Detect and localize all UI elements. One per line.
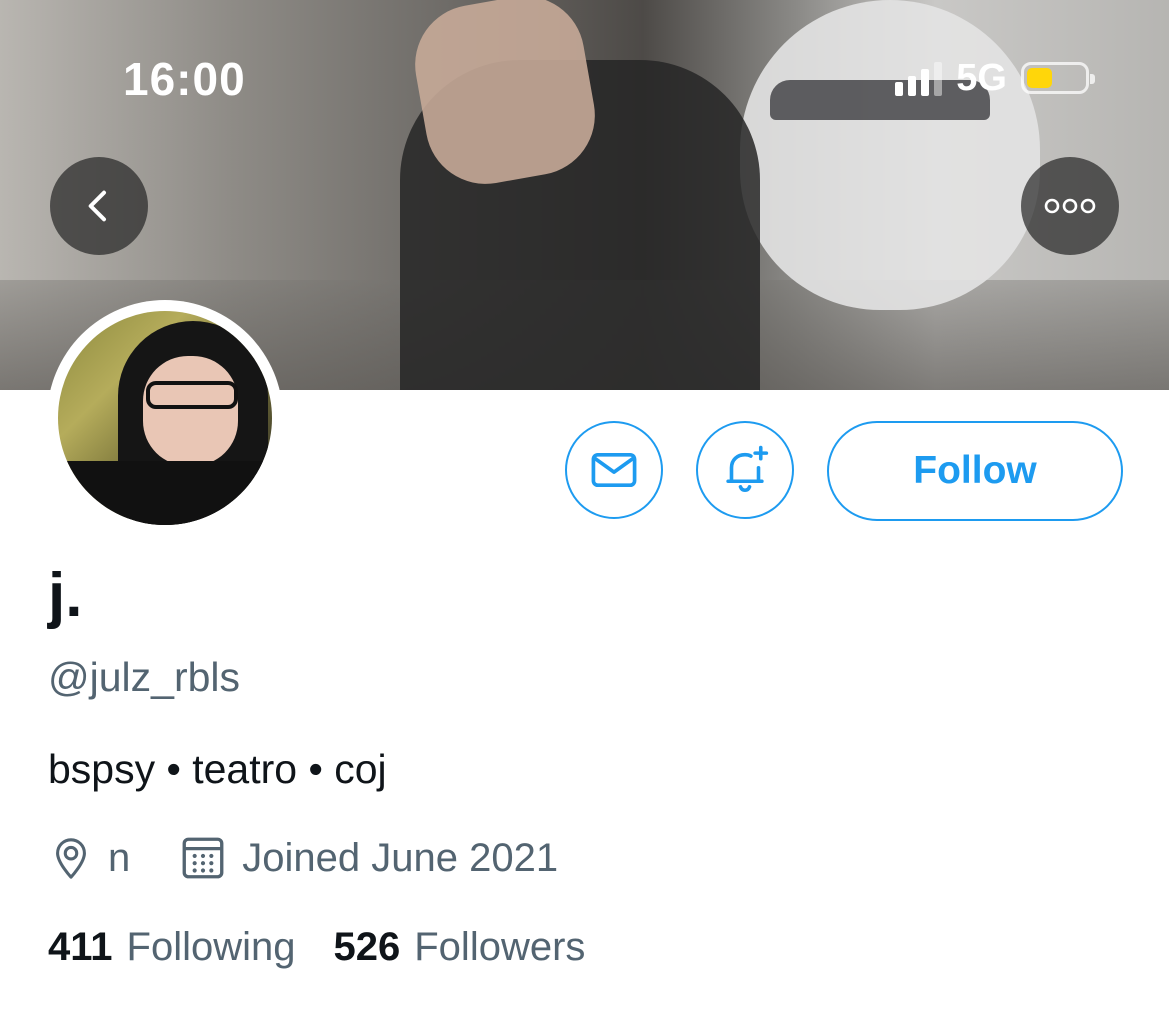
bell-plus-icon xyxy=(726,445,769,493)
join-date: Joined June 2021 xyxy=(178,833,558,883)
following-label[interactable]: Following xyxy=(127,925,296,970)
follow-button[interactable]: Follow xyxy=(827,421,1123,521)
message-button[interactable] xyxy=(565,421,663,519)
profile-bio: bspsy • teatro • coj xyxy=(48,746,387,792)
notifications-button[interactable] xyxy=(696,421,794,519)
status-indicators: 5G xyxy=(895,56,1095,100)
chevron-left-icon xyxy=(88,190,106,222)
banner-airplane xyxy=(740,0,1040,310)
network-type: 5G xyxy=(956,56,1007,99)
avatar[interactable] xyxy=(47,300,283,536)
followers-count[interactable]: 526 xyxy=(334,925,401,970)
followers-label[interactable]: Followers xyxy=(414,925,585,970)
location: n xyxy=(48,835,130,881)
location-text: n xyxy=(108,835,131,880)
location-pin-icon xyxy=(56,838,86,879)
more-horizontal-icon xyxy=(1044,198,1096,214)
username-handle: @julz_rbls xyxy=(48,654,241,700)
battery-icon xyxy=(1021,62,1095,94)
mail-icon xyxy=(591,452,637,488)
follow-stats: 411 Following 526 Followers xyxy=(48,925,585,970)
avatar-image xyxy=(58,311,272,525)
display-name: j. xyxy=(48,561,83,630)
more-options-button[interactable] xyxy=(1021,157,1119,255)
calendar-icon xyxy=(182,837,224,879)
signal-strength-icon xyxy=(895,60,943,96)
following-count[interactable]: 411 xyxy=(48,925,113,970)
back-button[interactable] xyxy=(50,157,148,255)
battery-level xyxy=(1027,68,1052,88)
profile-meta: n Joined June 2021 xyxy=(48,830,558,886)
join-date-text: Joined June 2021 xyxy=(242,835,559,880)
status-time: 16:00 xyxy=(123,53,246,105)
